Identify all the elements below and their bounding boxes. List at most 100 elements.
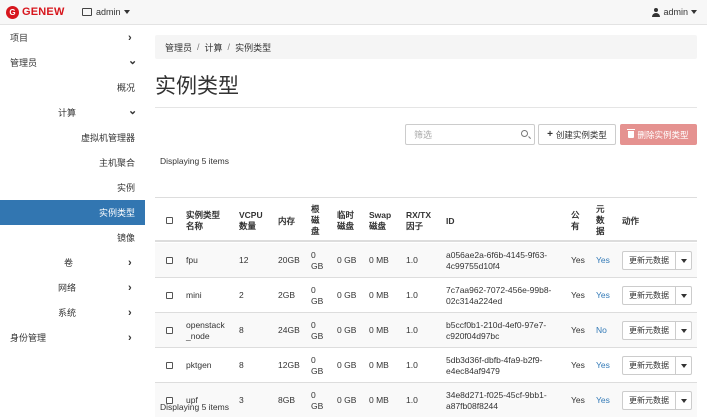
flavor-swap-disk: 0 MB — [369, 395, 389, 405]
create-flavor-label: 创建实例类型 — [555, 129, 607, 140]
update-metadata-button[interactable]: 更新元数据 — [623, 287, 676, 304]
flavor-public: Yes — [571, 290, 585, 300]
delete-flavors-button[interactable]: 删除实例类型 — [620, 124, 697, 145]
flavor-name: mini — [186, 290, 202, 300]
chevron-down-icon — [680, 258, 687, 263]
flavor-root-disk: 0 GB — [311, 390, 324, 411]
chevron-down-icon — [680, 363, 687, 368]
row-actions-toggle[interactable] — [676, 287, 691, 304]
flavor-ephemeral-disk: 0 GB — [337, 290, 357, 300]
chevron-right-icon: › — [128, 31, 132, 44]
col-header-root-disk[interactable]: 根 磁 盘 — [311, 204, 320, 237]
sidebar-item-system[interactable]: 系统 › — [0, 300, 145, 325]
table-header: 实例类型 名称 VCPU 数量 内存 根 磁 盘 临时 磁盘 Swap 磁盘 R… — [155, 197, 697, 242]
brand-logo[interactable]: G GENEW — [6, 5, 65, 19]
row-actions-toggle[interactable] — [676, 322, 691, 339]
filter-box — [405, 124, 535, 145]
sidebar-item-hypervisors[interactable]: 虚拟机管理器 — [0, 125, 145, 150]
divider — [155, 107, 697, 108]
sidebar-item-network[interactable]: 网络 › — [0, 275, 145, 300]
col-header-rxtx[interactable]: RX/TX 因子 — [406, 210, 431, 232]
flavor-rxtx: 1.0 — [406, 290, 418, 300]
sidebar-item-label: 计算 — [58, 108, 77, 118]
sidebar-item-images[interactable]: 镜像 — [0, 225, 145, 250]
brand-name: GENEW — [22, 6, 65, 18]
flavor-ephemeral-disk: 0 GB — [337, 360, 357, 370]
col-header-swap-disk[interactable]: Swap 磁盘 — [369, 210, 391, 232]
col-header-metadata[interactable]: 元 数 据 — [596, 204, 605, 237]
sidebar-item-label: 主机聚合 — [98, 158, 135, 168]
chevron-right-icon: › — [128, 281, 132, 294]
col-header-vcpu[interactable]: VCPU 数量 — [239, 210, 263, 232]
row-checkbox[interactable] — [166, 362, 173, 369]
flavor-metadata-link[interactable]: Yes — [596, 290, 610, 301]
update-metadata-button[interactable]: 更新元数据 — [623, 357, 676, 374]
col-header-id[interactable]: ID — [446, 216, 455, 227]
sidebar: 项目 › 管理员 ⌄ 概况 计算 ⌄ 虚拟机管理器 主机聚合 实例 实例类型 镜… — [0, 25, 145, 417]
delete-flavors-label: 删除实例类型 — [637, 129, 689, 140]
row-actions-toggle[interactable] — [676, 392, 691, 409]
table-row: pktgen 8 12GB 0 GB 0 GB 0 MB 1.0 5db3d36f… — [155, 348, 697, 383]
flavor-metadata-link[interactable]: Yes — [596, 255, 610, 266]
flavor-root-disk: 0 GB — [311, 285, 324, 306]
sidebar-item-instances[interactable]: 实例 — [0, 175, 145, 200]
col-header-public[interactable]: 公 有 — [571, 210, 580, 232]
monitor-icon — [82, 8, 92, 16]
sidebar-item-flavors[interactable]: 实例类型 — [0, 200, 145, 225]
flavor-vcpus: 8 — [239, 325, 244, 335]
sidebar-item-host-aggregates[interactable]: 主机聚合 — [0, 150, 145, 175]
table-row: fpu 12 20GB 0 GB 0 GB 0 MB 1.0 a056ae2a-6… — [155, 243, 697, 278]
flavor-root-disk: 0 GB — [311, 320, 324, 341]
create-flavor-button[interactable]: + 创建实例类型 — [538, 124, 616, 145]
chevron-down-icon — [680, 398, 687, 403]
row-actions-toggle[interactable] — [676, 252, 691, 269]
flavor-ephemeral-disk: 0 GB — [337, 325, 357, 335]
filter-input[interactable] — [406, 125, 506, 144]
update-metadata-button[interactable]: 更新元数据 — [623, 392, 676, 409]
breadcrumb-item[interactable]: 计算 — [205, 41, 223, 54]
flavor-id: b5ccf0b1-210d-4ef0-97e7- c920f04d97bc — [446, 320, 547, 341]
flavor-ram: 8GB — [278, 395, 296, 405]
flavor-metadata-link[interactable]: Yes — [596, 360, 610, 371]
user-menu[interactable]: admin — [652, 7, 697, 17]
row-actions: 更新元数据 — [622, 286, 692, 305]
sidebar-item-identity[interactable]: 身份管理 › — [0, 325, 145, 350]
sidebar-item-label: 虚拟机管理器 — [80, 133, 135, 143]
flavor-ephemeral-disk: 0 GB — [337, 255, 357, 265]
chevron-down-icon: ⌄ — [128, 105, 138, 117]
page-title: 实例类型 — [155, 75, 239, 98]
sidebar-item-overview[interactable]: 概况 — [0, 75, 145, 100]
item-count-top: Displaying 5 items — [160, 156, 229, 166]
flavor-metadata-link[interactable]: Yes — [596, 395, 610, 406]
update-metadata-button[interactable]: 更新元数据 — [623, 252, 676, 269]
select-all-checkbox[interactable] — [166, 217, 173, 224]
flavor-metadata-link[interactable]: No — [596, 325, 607, 336]
search-icon[interactable] — [521, 130, 528, 137]
breadcrumb-item[interactable]: 管理员 — [165, 41, 192, 54]
row-checkbox[interactable] — [166, 257, 173, 264]
project-switcher[interactable]: admin — [82, 7, 130, 17]
sidebar-item-compute[interactable]: 计算 ⌄ — [0, 100, 145, 125]
sidebar-item-admin[interactable]: 管理员 ⌄ — [0, 50, 145, 75]
flavor-public: Yes — [571, 395, 585, 405]
chevron-down-icon — [680, 293, 687, 298]
flavor-public: Yes — [571, 325, 585, 335]
row-actions: 更新元数据 — [622, 251, 692, 270]
col-header-ephemeral-disk[interactable]: 临时 磁盘 — [337, 210, 354, 232]
update-metadata-button[interactable]: 更新元数据 — [623, 322, 676, 339]
row-checkbox[interactable] — [166, 292, 173, 299]
col-header-name[interactable]: 实例类型 名称 — [186, 210, 220, 232]
row-checkbox[interactable] — [166, 327, 173, 334]
sidebar-item-project[interactable]: 项目 › — [0, 25, 145, 50]
flavor-rxtx: 1.0 — [406, 255, 418, 265]
flavor-name: pktgen — [186, 360, 212, 370]
flavor-public: Yes — [571, 360, 585, 370]
sidebar-item-volumes[interactable]: 卷 › — [0, 250, 145, 275]
top-navbar: G GENEW admin admin — [0, 0, 707, 25]
item-count-bottom: Displaying 5 items — [160, 402, 229, 412]
flavor-id: 5db3d36f-dbfb-4fa9-b2f9- e4ec84af9479 — [446, 355, 543, 376]
flavor-swap-disk: 0 MB — [369, 255, 389, 265]
row-actions-toggle[interactable] — [676, 357, 691, 374]
flavor-vcpus: 12 — [239, 255, 249, 265]
col-header-ram[interactable]: 内存 — [278, 216, 295, 227]
